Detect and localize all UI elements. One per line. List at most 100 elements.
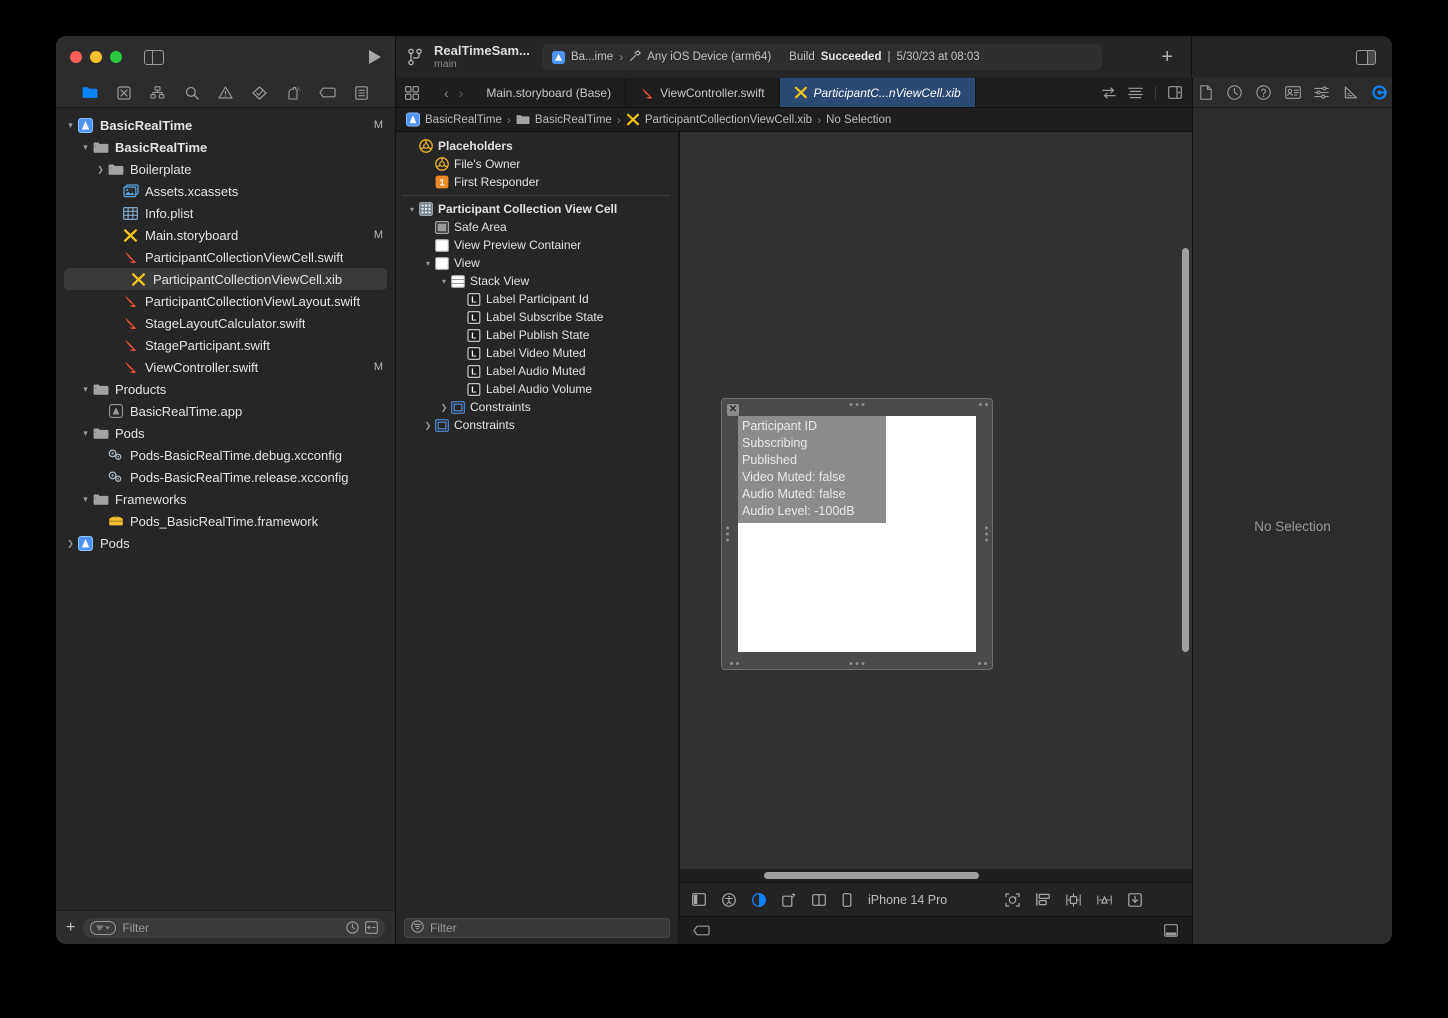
navigator-row[interactable]: ▾BasicRealTime <box>56 136 395 158</box>
project-navigator-tree[interactable]: ▾BasicRealTimeM▾BasicRealTime❯Boilerplat… <box>56 108 395 910</box>
outline-row[interactable]: ▾Stack View <box>396 272 678 290</box>
scheme-selector[interactable]: RealTimeSam... main <box>434 44 530 71</box>
identity-inspector-icon[interactable] <box>1285 85 1301 101</box>
add-constraints-icon[interactable] <box>1097 894 1112 906</box>
add-editor-icon[interactable] <box>1168 86 1182 99</box>
navigator-row[interactable]: BasicRealTime.app <box>56 400 395 422</box>
navigator-row-selected[interactable]: ParticipantCollectionViewCell.xib <box>64 268 387 290</box>
resize-handle-left[interactable] <box>726 527 729 542</box>
appearance-contrast-icon[interactable] <box>752 893 766 907</box>
editor-tab-active[interactable]: ParticipantC...nViewCell.xib <box>780 78 976 107</box>
accessibility-icon[interactable] <box>722 893 736 907</box>
outline-row[interactable]: LLabel Subscribe State <box>396 308 678 326</box>
search-icon[interactable] <box>183 84 200 101</box>
navigator-row[interactable]: ❯Boilerplate <box>56 158 395 180</box>
source-control-icon[interactable] <box>115 84 132 101</box>
outline-row[interactable]: ▾View <box>396 254 678 272</box>
size-inspector-icon[interactable] <box>1343 85 1359 101</box>
disclosure-triangle-open[interactable]: ▾ <box>79 142 92 153</box>
editor-tabs[interactable]: Main.storyboard (Base)ViewController.swi… <box>472 78 1092 107</box>
preview-label[interactable]: Subscribing <box>742 435 883 452</box>
resize-handle-bottom-left[interactable] <box>730 662 739 665</box>
outline-row[interactable]: ❯Constraints <box>396 416 678 434</box>
editor-options-icon[interactable] <box>1128 87 1143 99</box>
sidebar-left-icon[interactable] <box>144 50 164 65</box>
navigator-row[interactable]: ❯Pods <box>56 532 395 554</box>
report-list-icon[interactable] <box>353 84 370 101</box>
disclosure-triangle-open[interactable]: ▾ <box>79 384 92 395</box>
disclosure-triangle-closed[interactable]: ❯ <box>438 403 450 412</box>
navigator-row[interactable]: ▾BasicRealTimeM <box>56 114 395 136</box>
outline-row[interactable]: View Preview Container <box>396 236 678 254</box>
resolve-autolayout-icon[interactable] <box>1128 893 1142 907</box>
update-frames-icon[interactable] <box>1005 893 1020 907</box>
editor-tab[interactable]: Main.storyboard (Base) <box>472 78 626 107</box>
outline-row[interactable]: LLabel Audio Volume <box>396 380 678 398</box>
interface-builder-canvas[interactable]: ✕ Participant IDSubscribingPublishedVide… <box>679 132 1192 869</box>
disclosure-triangle-open[interactable]: ▾ <box>64 120 77 131</box>
navigator-row[interactable]: Main.storyboardM <box>56 224 395 246</box>
add-file-button[interactable]: + <box>66 920 75 936</box>
navigator-row[interactable]: ViewController.swiftM <box>56 356 395 378</box>
outline-row[interactable]: LLabel Participant Id <box>396 290 678 308</box>
quick-help-icon[interactable] <box>1256 85 1272 101</box>
chevron-left-icon[interactable]: ‹ <box>444 86 449 100</box>
canvas-vertical-scrollbar[interactable] <box>1182 248 1189 652</box>
clock-icon[interactable] <box>346 921 359 934</box>
navigator-row[interactable]: Assets.xcassets <box>56 180 395 202</box>
preview-label[interactable]: Video Muted: false <box>742 469 883 486</box>
preview-label[interactable]: Published <box>742 452 883 469</box>
navigator-row[interactable]: Pods-BasicRealTime.debug.xcconfig <box>56 444 395 466</box>
disclosure-triangle-closed[interactable]: ❯ <box>64 539 77 548</box>
test-diamond-icon[interactable] <box>251 84 268 101</box>
navigator-row[interactable]: Pods-BasicRealTime.release.xcconfig <box>56 466 395 488</box>
navigator-row[interactable]: ▾Products <box>56 378 395 400</box>
minimize-editor-icon[interactable] <box>1164 924 1178 937</box>
device-selector[interactable]: iPhone 14 Pro <box>868 893 947 907</box>
document-outline-tree[interactable]: PlaceholdersFile's Owner1First Responder… <box>396 132 678 912</box>
file-inspector-icon[interactable] <box>1198 85 1214 101</box>
embed-in-icon[interactable] <box>1036 893 1050 906</box>
resize-handle-bottom-right[interactable] <box>978 662 987 665</box>
navigator-row[interactable]: ParticipantCollectionViewLayout.swift <box>56 290 395 312</box>
breadcrumb-item[interactable]: BasicRealTime <box>406 113 502 127</box>
resize-handle-top-right[interactable] <box>979 403 988 406</box>
cell-content-view[interactable]: Participant IDSubscribingPublishedVideo … <box>738 416 976 652</box>
navigator-row[interactable]: Pods_BasicRealTime.framework <box>56 510 395 532</box>
breakpoint-tag-icon[interactable] <box>693 925 710 936</box>
preview-label[interactable]: Audio Level: -100dB <box>742 503 883 520</box>
resize-handle-top[interactable] <box>850 403 865 406</box>
breadcrumb-item[interactable]: BasicRealTime <box>516 113 612 127</box>
disclosure-triangle-open[interactable]: ▾ <box>438 277 450 286</box>
outline-row[interactable]: LLabel Audio Muted <box>396 362 678 380</box>
folder-icon[interactable] <box>81 84 98 101</box>
navigator-row[interactable]: ▾Frameworks <box>56 488 395 510</box>
navigator-row[interactable]: ParticipantCollectionViewCell.swift <box>56 246 395 268</box>
breadcrumb-item[interactable]: ParticipantCollectionViewCell.xib <box>626 113 812 127</box>
resize-handle-bottom[interactable] <box>850 662 865 665</box>
minimize-window-button[interactable] <box>90 51 102 63</box>
navigator-row[interactable]: StageLayoutCalculator.swift <box>56 312 395 334</box>
outline-row[interactable]: ❯Constraints <box>396 398 678 416</box>
dynamic-type-icon[interactable] <box>842 893 852 907</box>
filter-scope-icon[interactable] <box>90 921 116 935</box>
chevron-right-icon[interactable]: › <box>459 86 464 100</box>
navigator-row[interactable]: Info.plist <box>56 202 395 224</box>
history-inspector-icon[interactable] <box>1227 85 1243 101</box>
outline-row[interactable]: ▾Participant Collection View Cell <box>396 200 678 218</box>
connections-inspector-icon[interactable] <box>1372 85 1388 101</box>
adjust-editor-icon[interactable] <box>1102 87 1116 99</box>
outline-row[interactable]: 1First Responder <box>396 173 678 191</box>
editor-tab[interactable]: ViewController.swift <box>626 78 779 107</box>
disclosure-triangle-open[interactable]: ▾ <box>79 428 92 439</box>
disclosure-triangle-open[interactable]: ▾ <box>406 205 418 214</box>
outline-row[interactable]: LLabel Publish State <box>396 326 678 344</box>
outline-row[interactable]: Placeholders <box>396 137 678 155</box>
add-editor-plus-button[interactable]: + <box>1155 47 1179 67</box>
orientation-icon[interactable] <box>782 893 796 907</box>
outline-row[interactable]: File's Owner <box>396 155 678 173</box>
zoom-window-button[interactable] <box>110 51 122 63</box>
sidebar-right-icon[interactable] <box>1356 50 1376 65</box>
disclosure-triangle-open[interactable]: ▾ <box>79 494 92 505</box>
disclosure-triangle-closed[interactable]: ❯ <box>422 421 434 430</box>
